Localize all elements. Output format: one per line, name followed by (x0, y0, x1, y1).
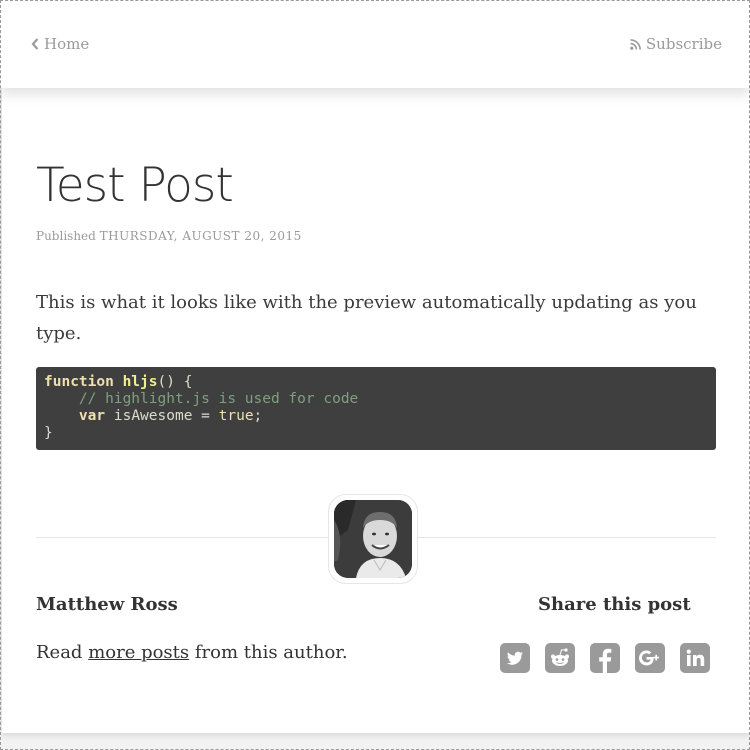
author-avatar-frame (328, 494, 418, 584)
reddit-icon (545, 643, 575, 673)
code-line: function hljs() { (44, 374, 193, 390)
published-label: Published (36, 229, 96, 243)
post-meta: Published THURSDAY, AUGUST 20, 2015 (36, 229, 302, 243)
share-twitter-button[interactable] (500, 643, 530, 673)
share-reddit-button[interactable] (545, 643, 575, 673)
rss-icon (630, 38, 641, 50)
subscribe-link-label: Subscribe (645, 35, 722, 53)
top-nav-bar: Home Subscribe (0, 0, 750, 88)
code-line: var isAwesome = true; (78, 408, 263, 424)
twitter-icon (500, 643, 530, 673)
post-date: THURSDAY, AUGUST 20, 2015 (99, 229, 302, 243)
home-link-label: Home (44, 35, 90, 53)
home-link[interactable]: Home (31, 35, 89, 53)
post-card: Test Post Published THURSDAY, AUGUST 20,… (2, 88, 750, 733)
avatar (334, 500, 412, 578)
linkedin-icon (680, 643, 710, 673)
subscribe-link[interactable]: Subscribe (630, 35, 722, 53)
share-icons (500, 643, 710, 673)
share-linkedin-button[interactable] (680, 643, 710, 673)
code-block: function hljs() { // highlight.js is use… (36, 367, 716, 450)
post-title: Test Post (36, 158, 234, 213)
author-read-suffix: from this author. (189, 642, 348, 663)
share-facebook-button[interactable] (590, 643, 620, 673)
code-line: } (44, 425, 53, 441)
google-plus-icon (635, 643, 665, 673)
share-google-plus-button[interactable] (635, 643, 665, 673)
author-bio: Read more posts from this author. (36, 642, 348, 663)
share-title: Share this post (538, 594, 691, 615)
facebook-icon (590, 643, 620, 673)
code-line: // highlight.js is used for code (78, 391, 359, 407)
post-body: This is what it looks like with the prev… (36, 292, 697, 344)
author-read-prefix: Read (36, 642, 89, 663)
more-posts-link[interactable]: more posts (88, 642, 189, 663)
author-name: Matthew Ross (36, 594, 178, 615)
chevron-left-icon (31, 38, 39, 50)
